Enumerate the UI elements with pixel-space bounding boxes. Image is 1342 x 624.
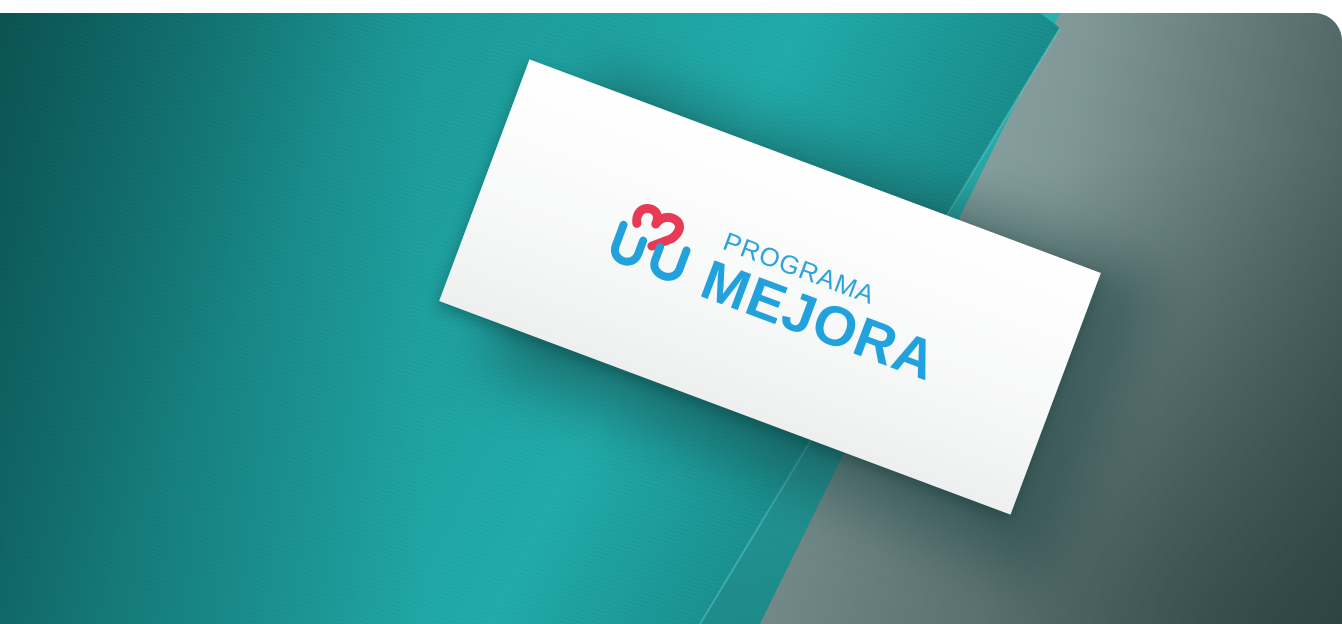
programa-mejora-logo: PROGRAMA MEJORA: [594, 183, 970, 412]
logo-mark-icon: [610, 204, 691, 281]
hero-image: PROGRAMA MEJORA: [0, 13, 1342, 624]
